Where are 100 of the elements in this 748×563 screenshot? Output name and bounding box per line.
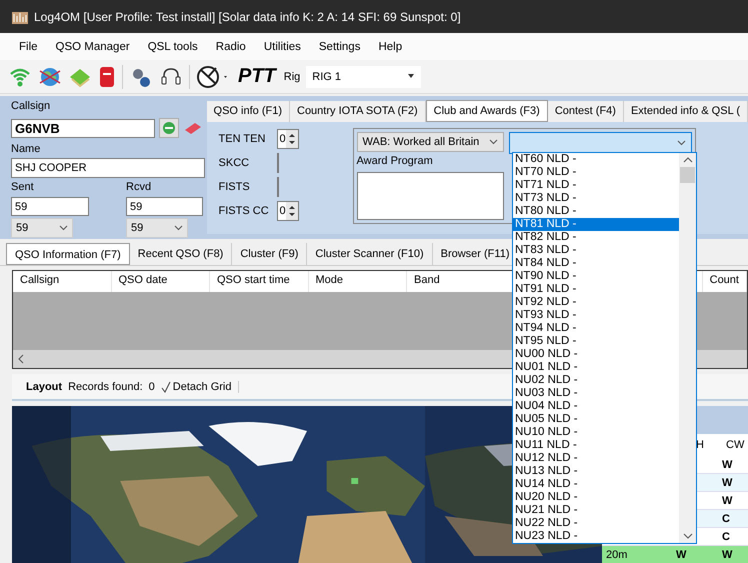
tab[interactable]: Cluster (F9) [232,243,308,265]
rst-rcvd-select[interactable]: 59 [126,218,188,238]
menu-item[interactable]: File [10,38,47,56]
list-item[interactable]: NU13 NLD - [513,465,679,478]
caret-icon [174,225,183,231]
award-program-field[interactable] [356,172,504,220]
spinner-arrows-icon[interactable] [286,130,298,148]
caret-icon [59,225,68,231]
tab[interactable]: Recent QSO (F8) [130,243,232,265]
column-header[interactable]: CW [718,439,748,451]
list-item[interactable]: NU23 NLD - [513,530,679,543]
column-header[interactable]: Mode [308,271,407,292]
caret-icon [489,139,498,146]
spinner-arrows-icon[interactable] [286,202,298,220]
list-item[interactable]: NT90 NLD - [513,270,679,283]
menu-item[interactable]: QSO Manager [46,38,139,56]
list-item[interactable]: NU14 NLD - [513,478,679,491]
dropdown-arrow-icon [407,74,416,79]
tab[interactable]: Contest (F4) [548,101,624,122]
list-item[interactable]: NT60 NLD - [513,153,679,166]
rig-select[interactable]: RIG 1 [306,66,422,88]
list-item[interactable]: NT92 NLD - [513,296,679,309]
status-cell: W [676,548,686,560]
column-header[interactable]: Callsign [13,271,112,292]
list-item[interactable]: NT95 NLD - [513,335,679,348]
rig-label: Rig [284,70,300,82]
app-icon [12,10,28,24]
tab[interactable]: QSO Information (F7) [6,243,130,265]
lookup-button[interactable] [159,118,179,138]
list-item[interactable]: NU20 NLD - [513,491,679,504]
check-icon [160,380,171,392]
list-item[interactable]: NU22 NLD - [513,517,679,530]
satellite-dish-icon[interactable] [196,64,230,90]
records-count: 0 [148,380,155,392]
detach-grid-button[interactable]: Detach Grid [160,380,238,392]
menu-item[interactable]: Radio [206,38,255,56]
scrollbar-thumb[interactable] [680,167,695,183]
list-item[interactable]: NU21 NLD - [513,504,679,517]
band-cell: 20m [606,548,628,560]
eraser-icon[interactable] [183,121,203,135]
menu-item[interactable]: Help [369,38,412,56]
number-field[interactable]: 0 [276,128,299,148]
callsign-field[interactable]: G6NVB [11,118,155,138]
input-field[interactable] [276,152,279,172]
list-item[interactable]: NU11 NLD - [513,439,679,452]
list-item[interactable]: NU00 NLD - [513,348,679,361]
field-label: Rcvd [126,181,152,195]
list-item[interactable]: NT94 NLD - [513,322,679,335]
list-item[interactable]: NU01 NLD - [513,361,679,374]
list-item[interactable]: NU10 NLD - [513,426,679,439]
menu-item[interactable]: Utilities [254,38,310,56]
tab[interactable]: Cluster Scanner (F10) [307,243,433,265]
list-item[interactable]: NT81 NLD - [513,218,679,231]
menu-item[interactable]: Settings [310,38,370,56]
field-label: FISTS [218,180,251,194]
list-item[interactable]: NT91 NLD - [513,283,679,296]
list-item[interactable]: NT80 NLD - [513,205,679,218]
status-cell: C [722,530,730,542]
field-label: FISTS CC [218,204,270,218]
status-cell: C [722,512,730,524]
tab[interactable]: Country IOTA SOTA (F2) [290,101,426,122]
reference-select[interactable] [509,132,692,154]
rst-sent-field[interactable]: 59 [11,197,89,216]
list-item[interactable]: NU03 NLD - [513,387,679,400]
list-item[interactable]: NT73 NLD - [513,192,679,205]
rst-sent-select[interactable]: 59 [11,218,73,238]
status-cell: W [722,458,732,470]
list-item[interactable]: NT93 NLD - [513,309,679,322]
tab[interactable]: Extended info & QSL ( [624,101,748,122]
field-label: Sent [11,181,35,195]
status-cell: W [722,476,732,488]
window-title: Log4OM [User Profile: Test install] [Solar data info K: 2 A: 14 SFI: 69 Sunspot: 0] [34,10,461,24]
tab[interactable]: Club and Awards (F3) [426,100,548,122]
tab[interactable]: QSO info (F1) [206,101,290,122]
award-program-label: Award Program [356,155,434,170]
records-label: Records found: [68,380,143,392]
field-label: SKCC [218,156,250,170]
list-item[interactable]: NT71 NLD - [513,179,679,192]
caret-icon [676,140,686,146]
status-cell: W [722,548,732,560]
mailbox-icon[interactable] [98,64,116,88]
menu-item[interactable]: QSL tools [138,38,207,56]
column-header[interactable]: QSO start time [210,271,308,292]
list-item[interactable]: NT70 NLD - [513,166,679,179]
list-item[interactable]: NU05 NLD - [513,413,679,426]
column-header[interactable]: QSO date [112,271,210,292]
list-item[interactable]: NT82 NLD - [513,231,679,244]
field-label: Callsign [11,100,52,114]
number-field[interactable]: 0 [276,200,299,220]
layout-label[interactable]: Layout [26,380,62,392]
award-select[interactable]: WAB: Worked all Britain [356,132,504,152]
field-label: TEN TEN [218,132,266,146]
list-item[interactable]: NU02 NLD - [513,374,679,387]
list-item[interactable]: NU04 NLD - [513,400,679,413]
ptt-label[interactable]: PTT [236,65,278,88]
input-field[interactable] [276,176,279,196]
name-field[interactable]: SHJ COOPER [11,158,205,178]
column-header[interactable]: Count [702,271,747,292]
rst-rcvd-field[interactable]: 59 [126,197,203,216]
list-item[interactable]: NU12 NLD - [513,452,679,465]
